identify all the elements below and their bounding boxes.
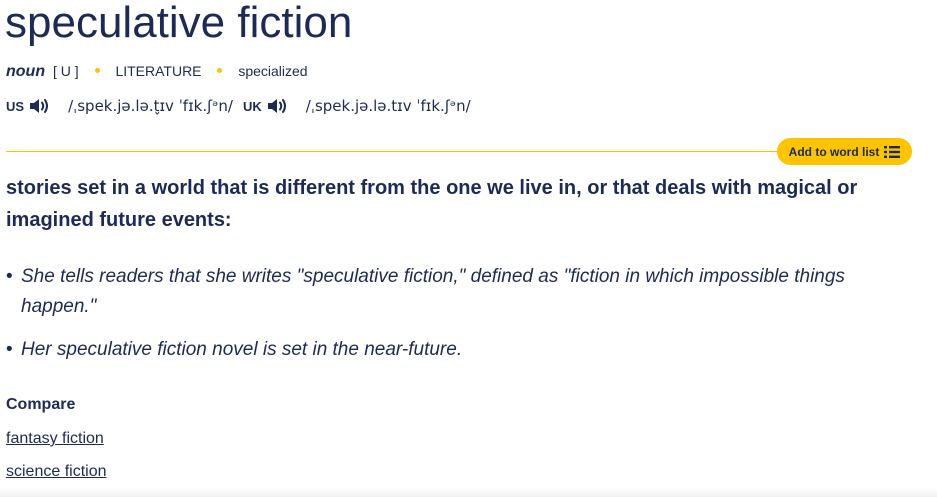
definition: stories set in a world that is different… [6,177,858,231]
ipa-uk: /ˌspek.jə.lə.tɪv ˈfɪk.ʃᵊn/ [305,97,471,115]
add-to-word-list-label: Add to word list [788,144,880,159]
bullet: • [6,339,13,360]
pronunciation-row: US /ˌspek.jə.lə.t̬ɪv ˈfɪk.ʃᵊn/ UK /ˌspek… [6,96,481,116]
part-of-speech-line: noun [ U ] LITERATURE specialized [6,63,308,81]
compare-link-fantasy-fiction[interactable]: fantasy fiction [6,430,104,448]
speaker-icon[interactable] [28,96,50,116]
separator-dot [94,68,100,74]
bottom-edge [0,489,937,497]
region-label-us: US [6,98,25,114]
register-label: specialized [238,63,308,79]
example-sentence: • Her speculative fiction novel is set i… [6,335,906,365]
compare-heading: Compare [6,396,76,413]
example-text: She tells readers that she writes "specu… [21,266,845,317]
example-text: Her speculative fiction novel is set in … [21,339,463,360]
bullet: • [6,266,13,287]
divider [6,151,786,152]
domain-label: LITERATURE [115,63,202,79]
speaker-icon[interactable] [266,96,288,116]
grammar-code: [ U ] [52,63,79,79]
region-label-uk: UK [242,98,262,114]
example-sentence: • She tells readers that she writes "spe… [6,262,906,322]
compare-link-science-fiction[interactable]: science fiction [6,463,107,481]
list-icon [884,145,901,158]
ipa-us: /ˌspek.jə.lə.t̬ɪv ˈfɪk.ʃᵊn/ [68,97,233,115]
headword: speculative fiction [5,0,353,47]
examples-list: • She tells readers that she writes "spe… [6,262,906,378]
separator-dot [217,68,223,74]
add-to-word-list-button[interactable]: Add to word list [777,138,912,165]
part-of-speech: noun [6,63,46,80]
